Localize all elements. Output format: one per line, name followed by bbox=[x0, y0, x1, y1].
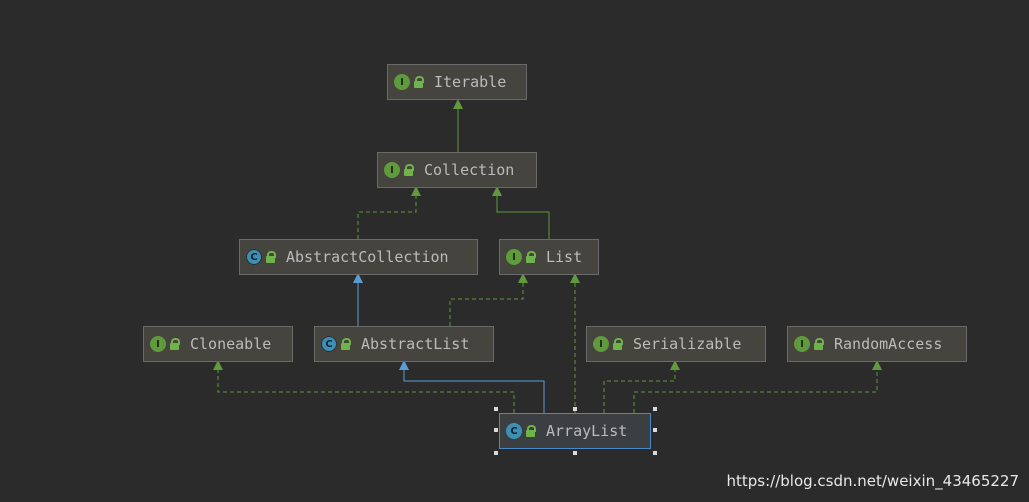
node-label: Iterable bbox=[434, 73, 507, 91]
lock-icon bbox=[526, 425, 536, 437]
node-label: AbstractList bbox=[361, 335, 470, 353]
resize-handle[interactable] bbox=[573, 407, 577, 411]
abstract-class-icon: C bbox=[321, 336, 337, 352]
node-array-list[interactable]: C ArrayList bbox=[499, 413, 651, 449]
interface-icon: I bbox=[150, 336, 166, 352]
node-abstract-collection[interactable]: C AbstractCollection bbox=[239, 239, 478, 275]
edge-arraylist-serializable bbox=[603, 360, 680, 413]
node-label: Collection bbox=[424, 161, 515, 179]
node-cloneable[interactable]: I Cloneable bbox=[143, 326, 293, 362]
edge-abstractlist-list bbox=[449, 273, 528, 326]
node-label: RandomAccess bbox=[834, 335, 943, 353]
abstract-class-icon: C bbox=[246, 249, 262, 265]
node-label: AbstractCollection bbox=[286, 248, 449, 266]
lock-icon bbox=[170, 338, 180, 350]
resize-handle[interactable] bbox=[653, 407, 657, 411]
lock-icon bbox=[341, 338, 351, 350]
edge-list-collection bbox=[492, 186, 550, 239]
node-label: Cloneable bbox=[190, 335, 272, 353]
edge-abstractcollection-collection bbox=[357, 186, 421, 239]
resize-handle[interactable] bbox=[653, 428, 657, 432]
resize-handle[interactable] bbox=[494, 407, 498, 411]
interface-icon: I bbox=[794, 336, 810, 352]
node-random-access[interactable]: I RandomAccess bbox=[787, 326, 967, 362]
lock-icon bbox=[613, 338, 623, 350]
class-icon: C bbox=[506, 423, 522, 439]
edge-arraylist-abstractlist bbox=[399, 360, 545, 413]
interface-icon: I bbox=[506, 249, 522, 265]
resize-handle[interactable] bbox=[494, 451, 498, 455]
watermark-url: https://blog.csdn.net/weixin_43465227 bbox=[726, 472, 1019, 490]
resize-handle[interactable] bbox=[573, 451, 577, 455]
node-label: Serializable bbox=[633, 335, 742, 353]
lock-icon bbox=[814, 338, 824, 350]
resize-handle[interactable] bbox=[653, 451, 657, 455]
node-collection[interactable]: I Collection bbox=[377, 152, 537, 188]
interface-icon: I bbox=[394, 74, 410, 90]
interface-icon: I bbox=[384, 162, 400, 178]
node-iterable[interactable]: I Iterable bbox=[387, 64, 527, 100]
lock-icon bbox=[404, 164, 414, 176]
node-serializable[interactable]: I Serializable bbox=[586, 326, 766, 362]
lock-icon bbox=[414, 76, 424, 88]
node-abstract-list[interactable]: C AbstractList bbox=[314, 326, 494, 362]
resize-handle[interactable] bbox=[494, 428, 498, 432]
interface-icon: I bbox=[593, 336, 609, 352]
lock-icon bbox=[266, 251, 276, 263]
node-label: List bbox=[546, 248, 583, 266]
node-label: ArrayList bbox=[546, 422, 628, 440]
edge-arraylist-randomaccess bbox=[633, 360, 882, 413]
edge-arraylist-cloneable bbox=[213, 360, 515, 413]
node-list[interactable]: I List bbox=[499, 239, 599, 275]
lock-icon bbox=[526, 251, 536, 263]
